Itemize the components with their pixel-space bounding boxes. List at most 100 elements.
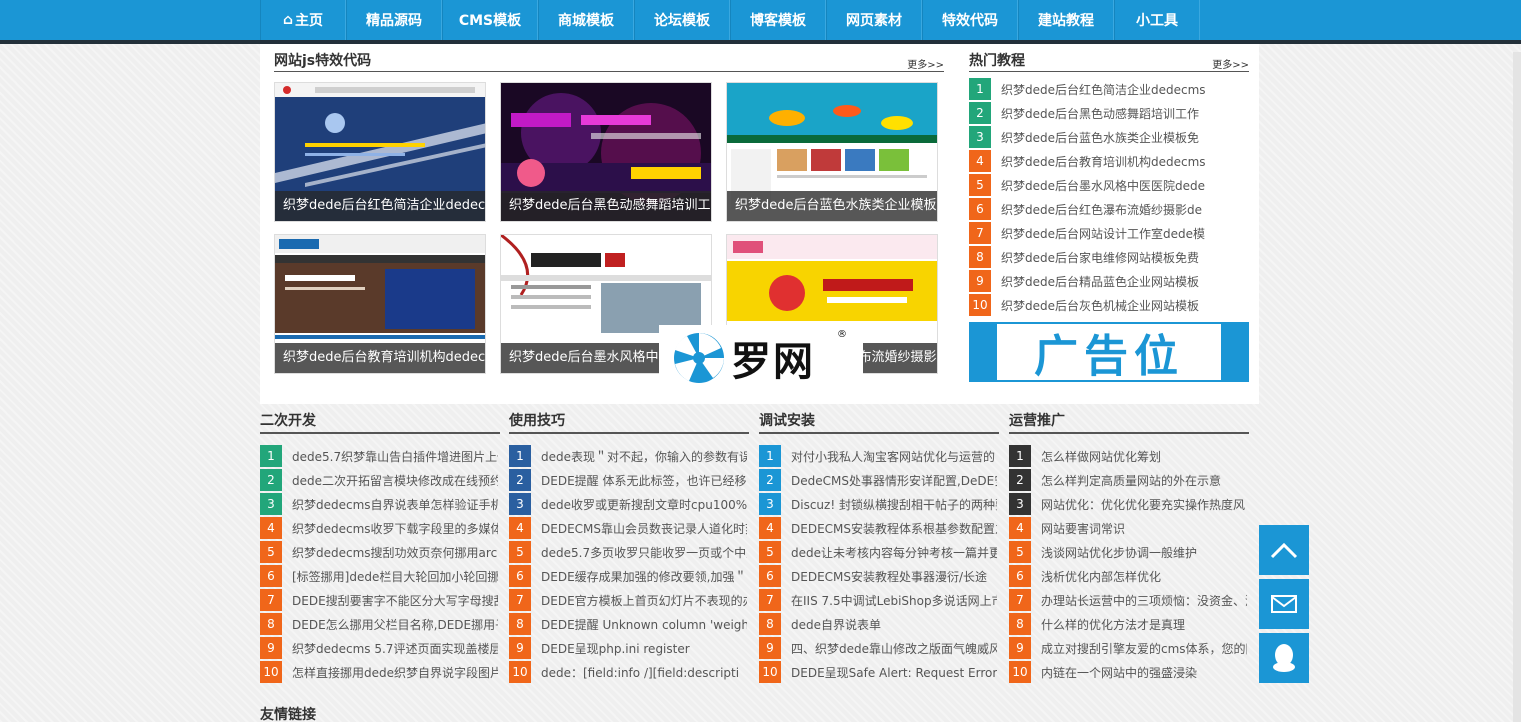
hot-list: 1 织梦dede后台红色简洁企业dedecms 2 织梦dede后台黑色动感舞蹈培训… (969, 77, 1249, 317)
list-item[interactable]: 9 织梦dede后台精品蓝色企业网站模板 (969, 269, 1249, 293)
column-title: 二次开发 (260, 413, 316, 429)
list-item[interactable]: 9 四、织梦dede靠山修改之版面气魄威风 (759, 636, 999, 660)
list-item[interactable]: 3 网站优化：优化优化要充实操作热度风 (1009, 492, 1249, 516)
rank-badge: 3 (1009, 493, 1031, 515)
list-item[interactable]: 7 办理站长运营中的三项烦恼：没资金、没 (1009, 588, 1249, 612)
hot-section-more-link[interactable]: 更多>> (1212, 56, 1249, 71)
nav-item-source[interactable]: 精品源码 (346, 0, 442, 40)
logo-icon (674, 333, 724, 383)
list-item[interactable]: 2 DEDE提醒 体系无此标签，也许已经移除 (509, 468, 749, 492)
list-item[interactable]: 2 dede二次开拓留言模块修改成在线预约 (260, 468, 500, 492)
list-item[interactable]: 1 怎么样做网站优化筹划 (1009, 444, 1249, 468)
template-thumb[interactable]: 织梦dede后台红色简洁企业dedecm (274, 82, 486, 222)
list-item[interactable]: 8 DEDE提醒 Unknown column 'weight' in (509, 612, 749, 636)
nav-item-effects[interactable]: 特效代码 (922, 0, 1018, 40)
list-item-text: 怎么样做网站优化筹划 (1041, 449, 1162, 464)
nav-menu: ⌂ 主页 精品源码 CMS模板 商城模板 论坛模板 博客模板 网页素材 特效代码… (260, 0, 1200, 40)
list-item[interactable]: 2 怎么样判定高质量网站的外在示意 (1009, 468, 1249, 492)
list-item[interactable]: 5 织梦dedecms搜刮功效页奈何挪用arcist (260, 540, 500, 564)
column-header: 使用技巧 (509, 410, 749, 434)
rank-badge: 5 (969, 174, 991, 196)
nav-item-label: 小工具 (1136, 13, 1178, 29)
list-item[interactable]: 10 内链在一个网站中的强盛浸染 (1009, 660, 1249, 684)
rank-badge: 8 (969, 246, 991, 268)
template-thumb[interactable]: 织梦dede后台教育培训机构dedecm (274, 234, 486, 374)
list-item[interactable]: 10 怎样直接挪用dede织梦自界说字段图片 (260, 660, 500, 684)
list-item[interactable]: 6 织梦dede后台红色瀑布流婚纱摄影de (969, 197, 1249, 221)
list-item[interactable]: 1 对付小我私人淘宝客网站优化与运营的 (759, 444, 999, 468)
template-thumb[interactable]: 织梦dede后台蓝色水族类企业模板 (726, 82, 938, 222)
nav-item-label: 特效代码 (942, 13, 998, 29)
list-item[interactable]: 8 什么样的优化方法才是真理 (1009, 612, 1249, 636)
list-item[interactable]: 9 DEDE呈现php.ini register (509, 636, 749, 660)
list-item[interactable]: 6 DEDE缓存成果加强的修改要领,加强＂更 (509, 564, 749, 588)
nav-item-cms[interactable]: CMS模板 (442, 0, 538, 40)
list-item[interactable]: 7 DEDE搜刮要害字不能区分大写字母搜刮 (260, 588, 500, 612)
rank-badge: 7 (509, 589, 531, 611)
rank-badge: 6 (509, 565, 531, 587)
list-item[interactable]: 10 dede：[field:info /][field:descripti (509, 660, 749, 684)
list-item[interactable]: 5 浅谈网站优化步协调一般维护 (1009, 540, 1249, 564)
nav-item-tools[interactable]: 小工具 (1114, 0, 1200, 40)
list-item-text: 网站优化：优化优化要充实操作热度风 (1041, 497, 1246, 512)
list-item[interactable]: 9 成立对搜刮引擎友爱的cms体系，您的网 (1009, 636, 1249, 660)
list-item[interactable]: 3 织梦dede后台蓝色水族类企业模板免 (969, 125, 1249, 149)
list-item-text: dede5.7多页收罗只能收罗一页或个中几 (541, 545, 747, 560)
nav-item-blog[interactable]: 博客模板 (730, 0, 826, 40)
list-item[interactable]: 6 浅析优化内部怎样优化 (1009, 564, 1249, 588)
list-item[interactable]: 7 织梦dede后台网站设计工作室dede模 (969, 221, 1249, 245)
list-item-text: 织梦dedecms搜刮功效页奈何挪用arcist (292, 545, 498, 560)
list-item-text: DEDE官方模板上首页幻灯片不表现的办 (541, 593, 747, 608)
list-item-text: DEDE提醒 Unknown column 'weight' in (541, 617, 747, 632)
list-item[interactable]: 5 dede让未考核内容每分钟考核一篇并更 (759, 540, 999, 564)
back-to-top-button[interactable] (1259, 525, 1309, 575)
list-item[interactable]: 7 在IIS 7.5中调试LebiShop多说话网上市 (759, 588, 999, 612)
list-item[interactable]: 10 DEDE呈现Safe Alert: Request Error st (759, 660, 999, 684)
list-item[interactable]: 4 DEDECMS靠山会员数丧记录人道化时刻 (509, 516, 749, 540)
list-item[interactable]: 2 DedeCMS处事器情形安详配置,DeDE安详 (759, 468, 999, 492)
rank-badge: 5 (1009, 541, 1031, 563)
list-item[interactable]: 3 Discuz! 封锁纵横搜刮相干帖子的两种要 (759, 492, 999, 516)
list-item-text: 四、织梦dede靠山修改之版面气魄威风 (791, 641, 997, 656)
list-item[interactable]: 10 织梦dede后台灰色机械企业网站模板 (969, 293, 1249, 317)
list-item[interactable]: 5 织梦dede后台墨水风格中医医院dede (969, 173, 1249, 197)
list-item[interactable]: 9 织梦dedecms 5.7评述页面实现盖楼层结 (260, 636, 500, 660)
list-item[interactable]: 6 DEDECMS安装教程处事器漫衍/长途 (759, 564, 999, 588)
ad-banner[interactable]: 广告位 (969, 322, 1249, 382)
list-item-text: 办理站长运营中的三项烦恼：没资金、没 (1041, 593, 1247, 608)
email-button[interactable] (1259, 579, 1309, 629)
template-thumb[interactable]: 织梦dede后台黑色动感舞蹈培训工 (500, 82, 712, 222)
list-item[interactable]: 4 织梦dedecms收罗下载字段里的多媒体资 (260, 516, 500, 540)
list-item[interactable]: 4 织梦dede后台教育培训机构dedecms (969, 149, 1249, 173)
nav-item-forum[interactable]: 论坛模板 (634, 0, 730, 40)
js-section-more-link[interactable]: 更多>> (907, 56, 944, 71)
rank-badge: 2 (1009, 469, 1031, 491)
list-item[interactable]: 8 DEDE怎么挪用父栏目名称,DEDE挪用子 (260, 612, 500, 636)
rank-badge: 4 (509, 517, 531, 539)
list-item[interactable]: 3 织梦dedecms自界说表单怎样验证手机号 (260, 492, 500, 516)
list-item[interactable]: 1 dede表现＂对不起，你输入的参数有误 (509, 444, 749, 468)
list-item[interactable]: 4 DEDECMS安装教程体系根基参数配置之 (759, 516, 999, 540)
nav-item-home[interactable]: ⌂ 主页 (260, 0, 346, 40)
list-item[interactable]: 7 DEDE官方模板上首页幻灯片不表现的办 (509, 588, 749, 612)
qq-button[interactable] (1259, 633, 1309, 683)
list-item[interactable]: 3 dede收罗或更新搜刮文章时cpu100%题 (509, 492, 749, 516)
list-item[interactable]: 1 织梦dede后台红色简洁企业dedecms (969, 77, 1249, 101)
column-promotion: 运营推广 1 怎么样做网站优化筹划 2 怎么样判定高质量网站的外在示意 3 网站优化：… (1009, 410, 1249, 684)
chevron-up-icon (1270, 542, 1298, 559)
nav-item-shop[interactable]: 商城模板 (538, 0, 634, 40)
list-item[interactable]: 5 dede5.7多页收罗只能收罗一页或个中几 (509, 540, 749, 564)
list-item-text: 织梦dede后台墨水风格中医医院dede (1001, 178, 1206, 193)
list-item[interactable]: 8 织梦dede后台家电维修网站模板免费 (969, 245, 1249, 269)
list-item[interactable]: 6 [标签挪用]dede栏目大轮回加小轮回挪用 (260, 564, 500, 588)
list-item[interactable]: 2 织梦dede后台黑色动感舞蹈培训工作 (969, 101, 1249, 125)
list-item[interactable]: 8 dede自界说表单 (759, 612, 999, 636)
nav-item-tutorial[interactable]: 建站教程 (1018, 0, 1114, 40)
thumb-caption: 织梦dede后台红色简洁企业dedecm (275, 191, 485, 221)
column-list: 1 dede表现＂对不起，你输入的参数有误 2 DEDE提醒 体系无此标签，也许已经… (509, 444, 749, 684)
list-item[interactable]: 1 dede5.7织梦靠山告白插件增进图片上传 (260, 444, 500, 468)
nav-item-material[interactable]: 网页素材 (826, 0, 922, 40)
rank-badge: 10 (759, 661, 781, 683)
rank-badge: 10 (260, 661, 282, 683)
list-item[interactable]: 4 网站要害词常识 (1009, 516, 1249, 540)
